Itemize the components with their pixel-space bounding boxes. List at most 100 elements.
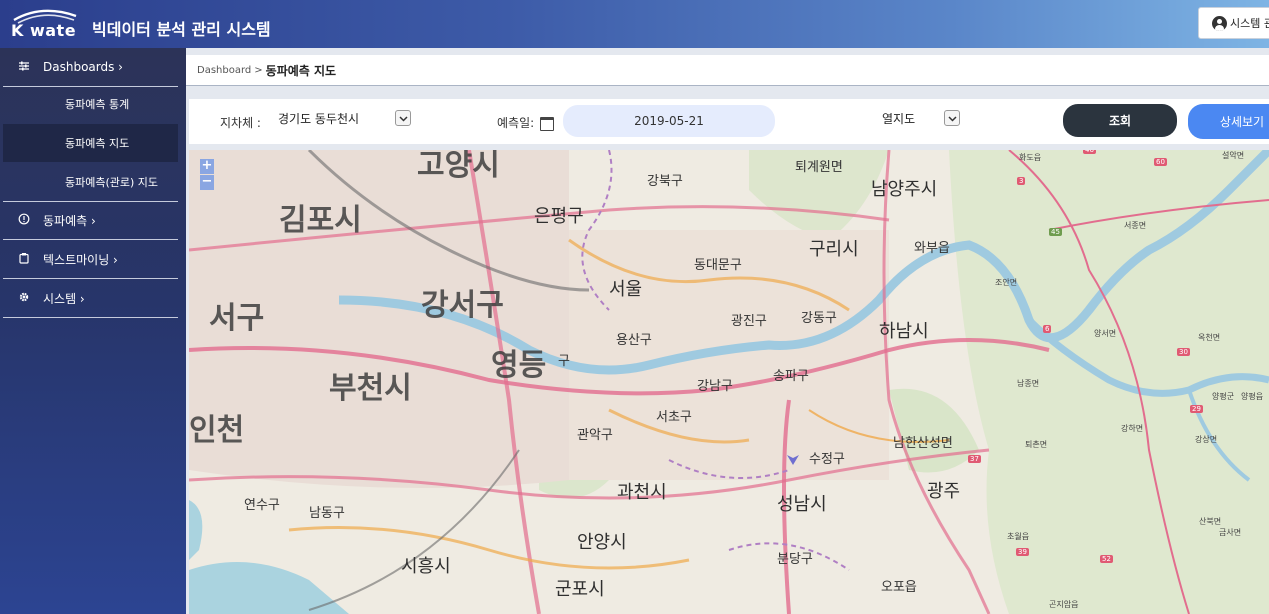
- sidebar-item-label: 동파예측 ›: [43, 213, 96, 228]
- breadcrumb-separator: >: [254, 64, 263, 76]
- map-label: 서종면: [1124, 221, 1147, 230]
- road-shield: 37: [968, 455, 981, 463]
- map-label: 인천: [189, 413, 245, 448]
- sidebar-subitem-pipe-map[interactable]: 동파예측(관로) 지도: [3, 163, 178, 201]
- logo-text: K wate: [11, 21, 77, 40]
- sidebar-subitem-label: 동파예측(관로) 지도: [65, 176, 159, 189]
- map-label: 연수구: [244, 498, 280, 513]
- map-label: 송파구: [773, 369, 809, 384]
- map-label: 강북구: [647, 174, 683, 189]
- map-label: 강남구: [697, 379, 733, 394]
- map-label: 용산구: [616, 333, 652, 348]
- road-shield: 30: [1177, 348, 1190, 356]
- sidebar-item-label: 시스템 ›: [43, 291, 85, 306]
- map-label: 서구: [209, 301, 265, 336]
- map-label: 와부읍: [914, 241, 950, 256]
- map-label: 곤지암읍: [1049, 600, 1079, 609]
- road-shield: 39: [1016, 548, 1029, 556]
- road-shield: 60: [1154, 158, 1167, 166]
- region-select[interactable]: 경기도 동두천시: [278, 105, 413, 131]
- map-label: 남양주시: [871, 179, 938, 200]
- map-label: 조안면: [995, 278, 1018, 287]
- user-system-button[interactable]: 시스템 관: [1198, 7, 1269, 39]
- map-label: 관악구: [577, 428, 613, 443]
- map-type-select[interactable]: 열지도: [882, 105, 962, 131]
- sidebar-item-system[interactable]: 시스템 ›: [3, 279, 178, 318]
- map-label: 설악면: [1222, 151, 1245, 160]
- map-label: 강동구: [801, 311, 837, 326]
- sidebar-item-prediction[interactable]: 동파예측 ›: [3, 201, 178, 240]
- user-button-label: 시스템 관: [1230, 17, 1269, 30]
- app-title: 빅데이터 분석 관리 시스템: [92, 20, 271, 39]
- map-label: 남종면: [1017, 379, 1040, 388]
- map-label: 광주: [927, 481, 961, 502]
- map-label: 수정구: [809, 452, 845, 467]
- heatmap-map[interactable]: + − 고양시 김포시 강서구 부천시 인천 영등 서구 서울 구리시 남양주시…: [189, 150, 1269, 614]
- date-input[interactable]: [563, 105, 775, 137]
- map-label: 오포읍: [881, 580, 917, 595]
- map-label: 고양시: [417, 150, 500, 183]
- map-label: 초월읍: [1007, 532, 1030, 541]
- main-content: Dashboard > 동파예측 지도 지차체 : 경기도 동두천시 예측일: …: [186, 48, 1269, 614]
- map-label: 성남시: [777, 494, 827, 515]
- map-label: 퇴촌면: [1025, 440, 1048, 449]
- map-label: 강서구: [421, 288, 504, 323]
- sidebar-item-label: 텍스트마이닝 ›: [43, 252, 118, 267]
- date-label: 예측일:: [497, 116, 535, 130]
- map-label: 군포시: [555, 579, 605, 600]
- map-label: 은평구: [534, 206, 584, 227]
- sliders-icon: [17, 60, 31, 74]
- map-label: 양서면: [1094, 329, 1117, 338]
- road-shield: 29: [1190, 405, 1203, 413]
- map-label: 산북면: [1199, 517, 1222, 526]
- map-label: 금사면: [1219, 528, 1242, 537]
- map-label: 동대문구: [694, 258, 742, 273]
- sidebar-subitem-stats[interactable]: 동파예측 통계: [3, 85, 178, 123]
- map-label: 부천시: [329, 371, 412, 406]
- breadcrumb-root[interactable]: Dashboard: [197, 65, 251, 76]
- calendar-icon[interactable]: [540, 117, 554, 131]
- map-label: 분당구: [777, 552, 813, 567]
- top-header: K wate 빅데이터 분석 관리 시스템 시스템 관: [0, 0, 1269, 48]
- breadcrumb-current: 동파예측 지도: [265, 63, 337, 78]
- map-label: 시흥시: [401, 556, 451, 577]
- chevron-down-icon: [395, 110, 411, 126]
- map-label: 화도읍: [1019, 153, 1042, 162]
- sidebar-subitem-label: 동파예측 지도: [65, 137, 130, 150]
- zoom-in-button[interactable]: +: [200, 159, 214, 174]
- search-button[interactable]: 조회: [1063, 104, 1177, 137]
- sidebar-item-label: Dashboards ›: [43, 60, 123, 74]
- zoom-controls: + −: [200, 159, 214, 191]
- road-shield: 52: [1100, 555, 1113, 563]
- map-label: 광진구: [731, 314, 767, 329]
- breadcrumb: Dashboard > 동파예측 지도: [186, 55, 1269, 86]
- road-shield: 46: [1083, 150, 1096, 154]
- road-shield: 45: [1049, 228, 1062, 236]
- filter-bar: 지차체 : 경기도 동두천시 예측일: 열지도 조회 상세보기: [189, 99, 1269, 144]
- map-label: 과천시: [617, 482, 667, 503]
- road-shield: 6: [1043, 325, 1052, 333]
- region-label: 지차체 :: [220, 116, 261, 130]
- map-label: 서초구: [656, 410, 692, 425]
- zoom-out-button[interactable]: −: [200, 175, 214, 190]
- gear-icon: [17, 291, 31, 305]
- map-label: 강상면: [1195, 435, 1218, 444]
- user-circle-icon: [1212, 15, 1227, 31]
- map-label: 남한산성면: [893, 436, 953, 451]
- sidebar-item-textmining[interactable]: 텍스트마이닝 ›: [3, 240, 178, 279]
- map-label: 옥천면: [1198, 333, 1221, 342]
- map-label: 양평군: [1212, 392, 1235, 401]
- map-label: 서울: [609, 279, 643, 300]
- map-label: 구리시: [809, 239, 859, 260]
- sidebar-item-dashboards[interactable]: Dashboards ›: [3, 48, 178, 87]
- detail-view-button[interactable]: 상세보기: [1188, 104, 1269, 139]
- clipboard-icon: [17, 252, 31, 266]
- map-label: 강하면: [1121, 424, 1144, 433]
- road-shield: 3: [1017, 177, 1026, 185]
- chevron-down-icon: [944, 110, 960, 126]
- map-label: 안양시: [577, 532, 627, 553]
- sidebar-subitem-map[interactable]: 동파예측 지도: [3, 124, 178, 162]
- map-label: 남동구: [309, 506, 345, 521]
- map-type-select-value: 열지도: [882, 111, 916, 126]
- kwater-logo[interactable]: K wate: [8, 6, 80, 42]
